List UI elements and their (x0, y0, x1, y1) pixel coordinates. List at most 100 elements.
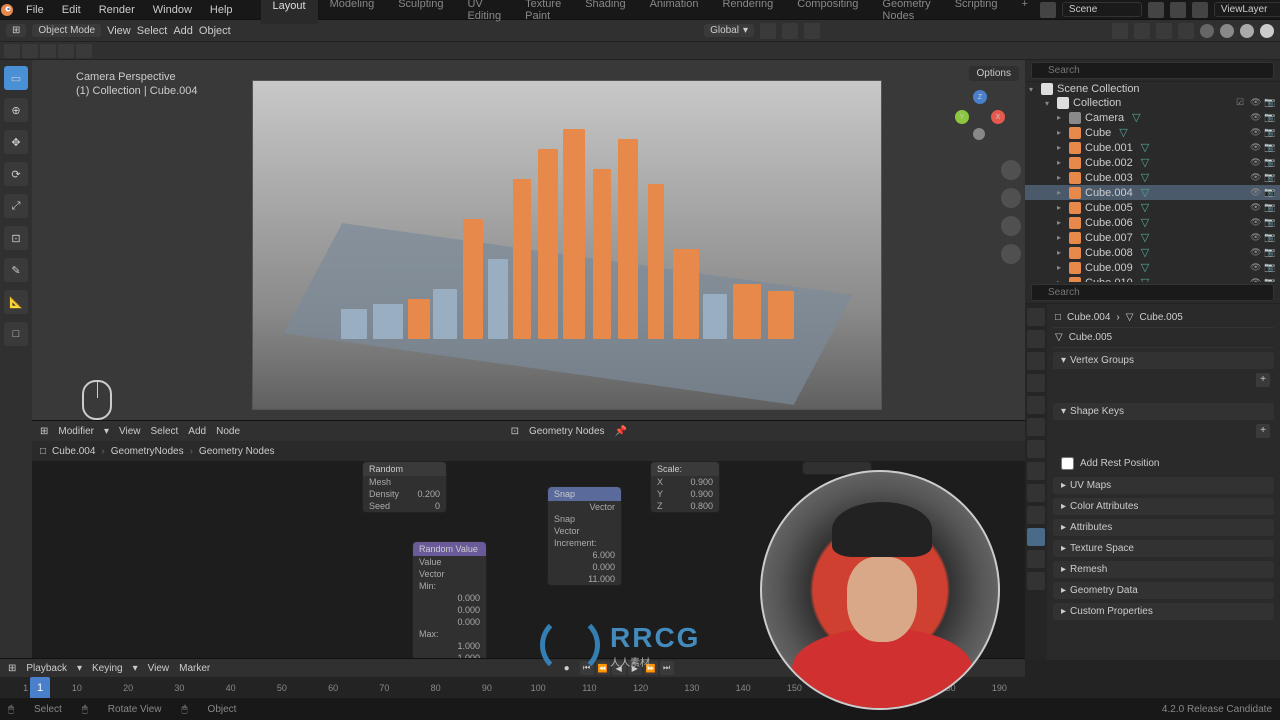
viewport-options-button[interactable]: Options (969, 66, 1019, 81)
section-header[interactable]: ▸Attributes (1053, 519, 1274, 536)
camera-icon[interactable]: 📷 (1264, 232, 1276, 244)
tool-scale[interactable]: ⤢ (4, 194, 28, 218)
node-tree-icon[interactable]: ⊡ (511, 426, 519, 437)
menu-view[interactable]: View (107, 25, 131, 37)
prop-tab-object[interactable] (1027, 418, 1045, 436)
prop-tab-texture[interactable] (1027, 572, 1045, 590)
section-header[interactable]: ▸Color Attributes (1053, 498, 1274, 515)
perspective-toggle-icon[interactable] (1001, 244, 1021, 264)
outliner-item[interactable]: ▸Cube.002▽👁📷 (1025, 155, 1280, 170)
tool-annotate[interactable]: ✎ (4, 258, 28, 282)
orientation-selector[interactable]: Global ▾ (704, 24, 754, 37)
menu-file[interactable]: File (18, 2, 52, 18)
outliner-item[interactable]: ▸Cube.003▽👁📷 (1025, 170, 1280, 185)
visibility-icon[interactable] (1112, 23, 1128, 39)
node-menu-select[interactable]: Select (151, 426, 179, 437)
section-header[interactable]: ▸Geometry Data (1053, 582, 1274, 599)
snap-icon[interactable] (782, 23, 798, 39)
prop-tab-scene[interactable] (1027, 374, 1045, 392)
outliner[interactable]: ▾Scene Collection ▾Collection☑👁📷 ▸Camera… (1025, 82, 1280, 282)
outliner-scene-collection[interactable]: ▾Scene Collection (1025, 82, 1280, 96)
tool-select-box[interactable]: ▭ (4, 66, 28, 90)
properties-search-input[interactable] (1031, 284, 1274, 301)
nav-gizmo[interactable]: Z Y X (955, 90, 1005, 140)
camera-view-icon[interactable] (1001, 216, 1021, 236)
bc-nodetree[interactable]: Geometry Nodes (199, 446, 275, 457)
select-mode-5-icon[interactable] (76, 44, 92, 58)
prop-tab-particles[interactable] (1027, 462, 1045, 480)
camera-icon[interactable]: 📷 (1264, 202, 1276, 214)
outliner-item[interactable]: ▸Camera▽👁📷 (1025, 110, 1280, 125)
section-header[interactable]: ▾Shape Keys (1053, 403, 1274, 420)
outliner-item[interactable]: ▸Cube.006▽👁📷 (1025, 215, 1280, 230)
shading-rendered-icon[interactable] (1260, 24, 1274, 38)
eye-icon[interactable]: 👁 (1250, 202, 1262, 214)
viewlayer-icon[interactable] (1192, 2, 1208, 18)
section-header[interactable]: ▸Custom Properties (1053, 603, 1274, 620)
tab-animation[interactable]: Animation (638, 0, 711, 24)
prop-tab-physics[interactable] (1027, 484, 1045, 502)
prop-tab-modifiers[interactable] (1027, 440, 1045, 458)
timeline-menu-playback[interactable]: Playback (26, 663, 67, 674)
outliner-collection[interactable]: ▾Collection☑👁📷 (1025, 96, 1280, 110)
node-menu-add[interactable]: Add (188, 426, 206, 437)
menu-add[interactable]: Add (173, 25, 193, 37)
node-tree-name[interactable]: Geometry Nodes (529, 426, 605, 437)
gizmo-x-axis[interactable]: X (991, 110, 1005, 124)
tab-add[interactable]: + (1009, 0, 1039, 24)
tool-cursor[interactable]: ⊕ (4, 98, 28, 122)
outliner-item[interactable]: ▸Cube.009▽👁📷 (1025, 260, 1280, 275)
camera-icon[interactable]: 📷 (1264, 172, 1276, 184)
prop-tab-constraints[interactable] (1027, 506, 1045, 524)
bc-modifier[interactable]: GeometryNodes (111, 446, 184, 457)
menu-render[interactable]: Render (91, 2, 143, 18)
eye-icon[interactable]: 👁 (1250, 217, 1262, 229)
prop-tab-material[interactable] (1027, 550, 1045, 568)
node-menu-modifier[interactable]: Modifier (58, 426, 94, 437)
node-scale[interactable]: Scale: X0.900 Y0.900 Z0.800 (650, 461, 720, 513)
tool-add-cube[interactable]: □ (4, 322, 28, 346)
camera-icon[interactable]: 📷 (1264, 217, 1276, 229)
bc-object[interactable]: Cube.004 (52, 446, 95, 457)
section-header[interactable]: ▸Texture Space (1053, 540, 1274, 557)
mode-selector[interactable]: Object Mode (32, 24, 101, 37)
eye-icon[interactable]: 👁 (1250, 142, 1262, 154)
menu-object[interactable]: Object (199, 25, 231, 37)
prop-tab-output[interactable] (1027, 330, 1045, 348)
eye-icon[interactable]: 👁 (1250, 187, 1262, 199)
select-mode-2-icon[interactable] (22, 44, 38, 58)
select-mode-4-icon[interactable] (58, 44, 74, 58)
timeline-playhead[interactable]: 1 (30, 677, 50, 699)
shading-wireframe-icon[interactable] (1200, 24, 1214, 38)
timeline-menu-keying[interactable]: Keying (92, 663, 123, 674)
tab-rendering[interactable]: Rendering (710, 0, 785, 24)
outliner-item[interactable]: ▸Cube.007▽👁📷 (1025, 230, 1280, 245)
eye-icon[interactable]: 👁 (1250, 172, 1262, 184)
3d-viewport[interactable]: Camera Perspective (1) Collection | Cube… (32, 60, 1025, 420)
camera-icon[interactable]: 📷 (1264, 187, 1276, 199)
editor-type-selector[interactable]: ⊞ (6, 24, 26, 37)
node-editor-type-icon[interactable]: ⊞ (40, 426, 48, 437)
outliner-item[interactable]: ▸Cube.008▽👁📷 (1025, 245, 1280, 260)
timeline-menu-view[interactable]: View (148, 663, 170, 674)
outliner-item[interactable]: ▸Cube.001▽👁📷 (1025, 140, 1280, 155)
eye-icon[interactable]: 👁 (1250, 112, 1262, 124)
xray-icon[interactable] (1178, 23, 1194, 39)
camera-icon[interactable]: 📷 (1264, 262, 1276, 274)
zoom-icon[interactable] (1001, 160, 1021, 180)
camera-icon[interactable]: 📷 (1264, 127, 1276, 139)
pivot-icon[interactable] (760, 23, 776, 39)
proportional-icon[interactable] (804, 23, 820, 39)
tab-shading[interactable]: Shading (573, 0, 637, 24)
tab-compositing[interactable]: Compositing (785, 0, 870, 24)
scene-name-field[interactable]: Scene (1062, 2, 1142, 17)
gizmo-center[interactable] (973, 128, 985, 140)
eye-icon[interactable]: 👁 (1250, 262, 1262, 274)
tab-geometry-nodes[interactable]: Geometry Nodes (870, 0, 942, 24)
tool-measure[interactable]: 📐 (4, 290, 28, 314)
tab-uv-editing[interactable]: UV Editing (455, 0, 513, 24)
eye-icon[interactable]: 👁 (1250, 97, 1262, 109)
tool-transform[interactable]: ⊡ (4, 226, 28, 250)
shading-solid-icon[interactable] (1220, 24, 1234, 38)
select-mode-1-icon[interactable] (4, 44, 20, 58)
